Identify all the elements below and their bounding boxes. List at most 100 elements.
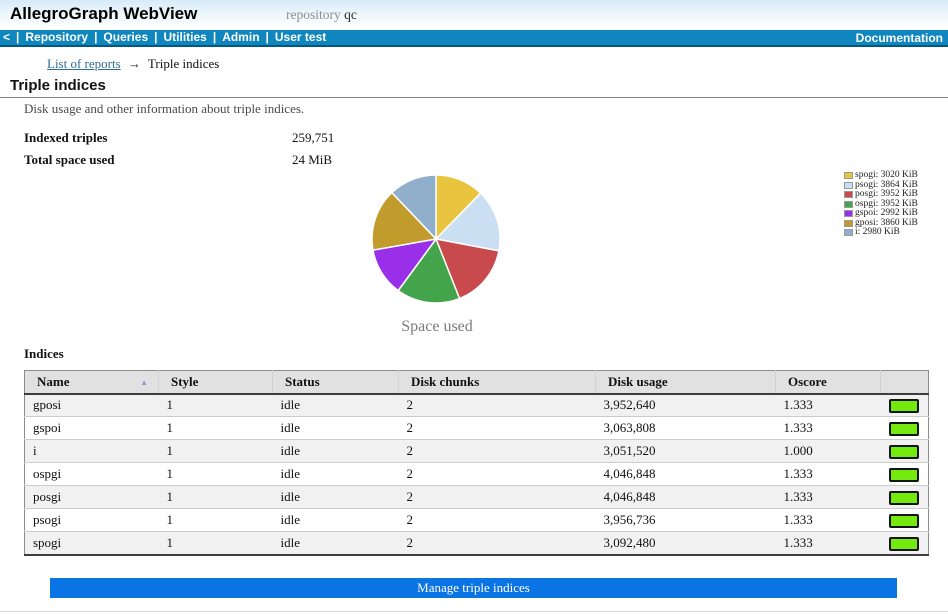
breadcrumb-arrow-icon: →	[128, 56, 141, 71]
cell-style: 1	[159, 463, 273, 486]
page-title: Triple indices	[0, 77, 948, 98]
indexed-triples-value: 259,751	[292, 130, 334, 146]
table-row-gposi: gposi1idle23,952,6401.333	[25, 394, 929, 417]
column-header-style[interactable]: Style	[159, 371, 273, 394]
cell-oscore: 1.333	[776, 417, 881, 440]
legend-swatch-spogi	[844, 172, 853, 179]
cell-status: idle	[273, 394, 399, 417]
cell-name: i	[25, 440, 159, 463]
legend-swatch-posgi	[844, 191, 853, 198]
nav-menu: < | Repository | Queries | Utilities | Admin | Us…	[3, 30, 856, 45]
nav-item-user-test[interactable]: User test	[275, 30, 326, 45]
cell-status: idle	[273, 463, 399, 486]
app-title: AllegroGraph WebView	[10, 4, 197, 24]
column-header-action	[881, 371, 929, 394]
cell-action	[881, 532, 929, 555]
legend-label-i: i: 2980 KiB	[855, 228, 900, 238]
column-header-oscore[interactable]: Oscore	[776, 371, 881, 394]
top-header: AllegroGraph WebView repository qc	[0, 0, 948, 30]
nav-separator: |	[16, 30, 19, 45]
legend-swatch-i	[844, 229, 853, 236]
cell-name: gspoi	[25, 417, 159, 440]
cell-action	[881, 509, 929, 532]
indices-table-body: gposi1idle23,952,6401.333gspoi1idle23,06…	[25, 394, 929, 555]
manage-triple-indices-button[interactable]: Manage triple indices	[50, 578, 897, 598]
index-action-button-ospgi[interactable]	[889, 468, 919, 482]
legend-swatch-gspoi	[844, 210, 853, 217]
pie-chart-caption: Space used	[349, 318, 525, 336]
cell-oscore: 1.333	[776, 486, 881, 509]
page-subtitle: Disk usage and other information about t…	[0, 101, 948, 116]
nav-separator: |	[154, 30, 157, 45]
indices-section-label: Indices	[0, 346, 948, 361]
table-row-i: i1idle23,051,5201.000	[25, 440, 929, 463]
cell-status: idle	[273, 440, 399, 463]
cell-oscore: 1.000	[776, 440, 881, 463]
nav-item-utilities[interactable]: Utilities	[163, 30, 206, 45]
repository-name: qc	[344, 7, 357, 22]
cell-disk-usage: 4,046,848	[596, 486, 776, 509]
cell-disk-chunks: 2	[399, 463, 596, 486]
nav-item-admin[interactable]: Admin	[222, 30, 259, 45]
nav-separator: |	[213, 30, 216, 45]
nav-separator: |	[94, 30, 97, 45]
cell-disk-usage: 3,092,480	[596, 532, 776, 555]
repository-info: repository qc	[286, 7, 357, 23]
cell-disk-usage: 3,956,736	[596, 509, 776, 532]
cell-disk-chunks: 2	[399, 417, 596, 440]
column-header-disk-chunks[interactable]: Disk chunks	[399, 371, 596, 394]
indices-table: Name ▲ Style Status Disk chunks Disk usa…	[24, 370, 929, 556]
nav-item-queries[interactable]: Queries	[103, 30, 148, 45]
cell-action	[881, 417, 929, 440]
column-header-disk-usage[interactable]: Disk usage	[596, 371, 776, 394]
nav-separator: |	[266, 30, 269, 45]
summary-row-indexed-triples: Indexed triples 259,751	[0, 130, 948, 152]
cell-status: idle	[273, 532, 399, 555]
cell-oscore: 1.333	[776, 463, 881, 486]
cell-disk-chunks: 2	[399, 486, 596, 509]
column-header-name-label: Name	[37, 374, 70, 389]
collapse-nav-icon[interactable]: <	[3, 30, 10, 45]
breadcrumb-current: Triple indices	[148, 56, 219, 71]
column-header-status[interactable]: Status	[273, 371, 399, 394]
chart-section: spogi: 3020 KiBpsogi: 3864 KiBposgi: 395…	[0, 174, 948, 344]
space-used-pie-chart	[368, 171, 504, 307]
cell-oscore: 1.333	[776, 532, 881, 555]
legend-swatch-gposi	[844, 220, 853, 227]
cell-name: psogi	[25, 509, 159, 532]
table-header-row: Name ▲ Style Status Disk chunks Disk usa…	[25, 371, 929, 394]
cell-style: 1	[159, 532, 273, 555]
index-action-button-spogi[interactable]	[889, 537, 919, 551]
legend-swatch-ospgi	[844, 201, 853, 208]
cell-style: 1	[159, 440, 273, 463]
total-space-label: Total space used	[24, 152, 115, 168]
cell-disk-usage: 3,952,640	[596, 394, 776, 417]
cell-disk-chunks: 2	[399, 440, 596, 463]
index-action-button-psogi[interactable]	[889, 514, 919, 528]
cell-name: gposi	[25, 394, 159, 417]
column-header-name[interactable]: Name ▲	[25, 371, 159, 394]
nav-bar: < | Repository | Queries | Utilities | Admin | Us…	[0, 30, 948, 47]
table-row-gspoi: gspoi1idle23,063,8081.333	[25, 417, 929, 440]
cell-name: spogi	[25, 532, 159, 555]
legend-item-i: i: 2980 KiB	[844, 228, 918, 238]
cell-name: posgi	[25, 486, 159, 509]
pie-legend: spogi: 3020 KiBpsogi: 3864 KiBposgi: 395…	[844, 171, 918, 238]
cell-action	[881, 440, 929, 463]
cell-status: idle	[273, 486, 399, 509]
cell-style: 1	[159, 394, 273, 417]
index-action-button-gspoi[interactable]	[889, 422, 919, 436]
breadcrumb-link-list-of-reports[interactable]: List of reports	[47, 56, 121, 71]
nav-item-repository[interactable]: Repository	[25, 30, 88, 45]
cell-disk-chunks: 2	[399, 532, 596, 555]
index-action-button-i[interactable]	[889, 445, 919, 459]
index-action-button-gposi[interactable]	[889, 399, 919, 413]
index-action-button-posgi[interactable]	[889, 491, 919, 505]
nav-item-documentation[interactable]: Documentation	[856, 31, 943, 45]
cell-disk-chunks: 2	[399, 394, 596, 417]
cell-oscore: 1.333	[776, 509, 881, 532]
cell-disk-usage: 3,051,520	[596, 440, 776, 463]
cell-status: idle	[273, 509, 399, 532]
cell-style: 1	[159, 509, 273, 532]
cell-oscore: 1.333	[776, 394, 881, 417]
